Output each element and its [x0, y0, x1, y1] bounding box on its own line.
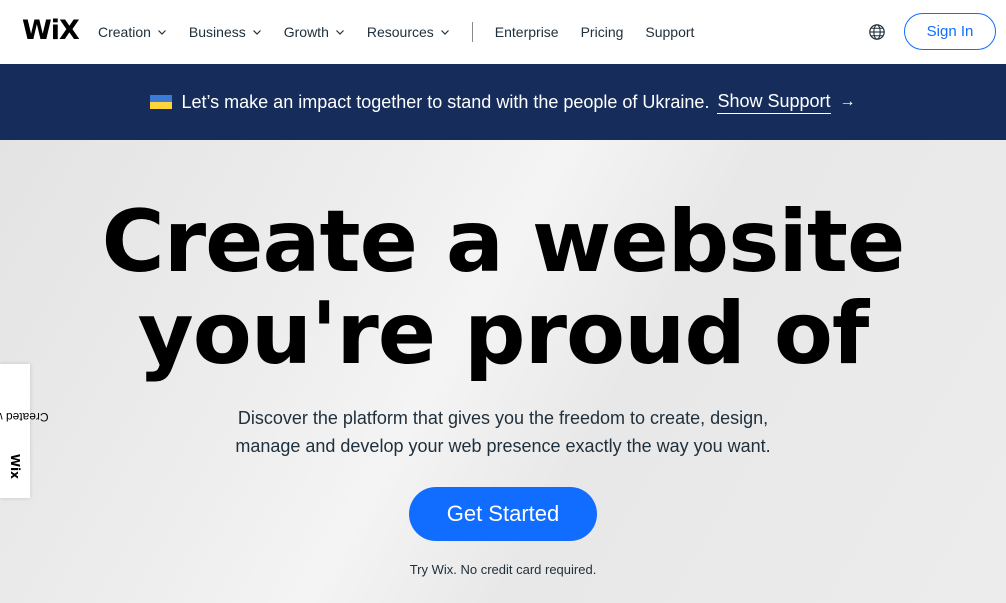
- hero-subtitle-line-1: Discover the platform that gives you the…: [237, 408, 769, 428]
- hero-subtitle-line-2: manage and develop your web presence exa…: [235, 436, 771, 456]
- chevron-down-icon: [157, 30, 166, 35]
- nav-item-support[interactable]: Support: [645, 24, 694, 40]
- nav-item-resources[interactable]: Resources: [367, 24, 450, 40]
- chevron-down-icon: [252, 30, 261, 35]
- hero-subtitle: Discover the platform that gives you the…: [203, 404, 803, 460]
- nav-item-label: Creation: [98, 24, 151, 40]
- chevron-down-icon: [335, 30, 344, 35]
- chevron-down-icon: [440, 30, 449, 35]
- ukraine-banner: Let’s make an impact together to stand w…: [0, 64, 1006, 140]
- site-header: WiX Creation Business Growth Resources E…: [0, 0, 1006, 64]
- badge-label: Created with Wix: [0, 383, 49, 479]
- wix-logo[interactable]: WiX: [22, 16, 80, 46]
- hero-title-line-2: you're proud of: [137, 284, 870, 384]
- nav-item-business[interactable]: Business: [189, 24, 262, 40]
- nav-item-label: Pricing: [580, 24, 624, 40]
- nav-divider: [471, 22, 473, 42]
- arrow-right-icon[interactable]: →: [840, 93, 856, 111]
- hero-title: Create a website you're proud of: [0, 196, 1006, 380]
- globe-icon[interactable]: [868, 23, 886, 41]
- get-started-button[interactable]: Get Started: [409, 487, 597, 541]
- hero-section: Create a website you're proud of Discove…: [0, 140, 1006, 603]
- nav-item-enterprise[interactable]: Enterprise: [495, 24, 559, 40]
- nav-item-label: Enterprise: [494, 24, 559, 40]
- main-nav: Creation Business Growth Resources Enter…: [98, 0, 716, 64]
- banner-text: Let’s make an impact together to stand w…: [181, 91, 710, 112]
- show-support-link[interactable]: Show Support: [717, 91, 831, 114]
- nav-item-creation[interactable]: Creation: [98, 24, 167, 40]
- nav-item-label: Resources: [366, 24, 434, 40]
- ukraine-flag-icon: [150, 95, 173, 109]
- badge-prefix: Created with: [0, 409, 49, 424]
- nav-item-pricing[interactable]: Pricing: [581, 24, 624, 40]
- created-with-wix-badge[interactable]: Created with Wix: [0, 364, 49, 498]
- nav-item-label: Growth: [283, 24, 329, 40]
- sign-in-button[interactable]: Sign In: [904, 13, 996, 50]
- nav-item-label: Business: [188, 24, 246, 40]
- nav-item-label: Support: [645, 24, 695, 40]
- nav-item-growth[interactable]: Growth: [284, 24, 345, 40]
- cta-note: Try Wix. No credit card required.: [409, 562, 597, 577]
- badge-brand: Wix: [8, 453, 22, 479]
- hero-title-line-1: Create a website: [101, 192, 906, 292]
